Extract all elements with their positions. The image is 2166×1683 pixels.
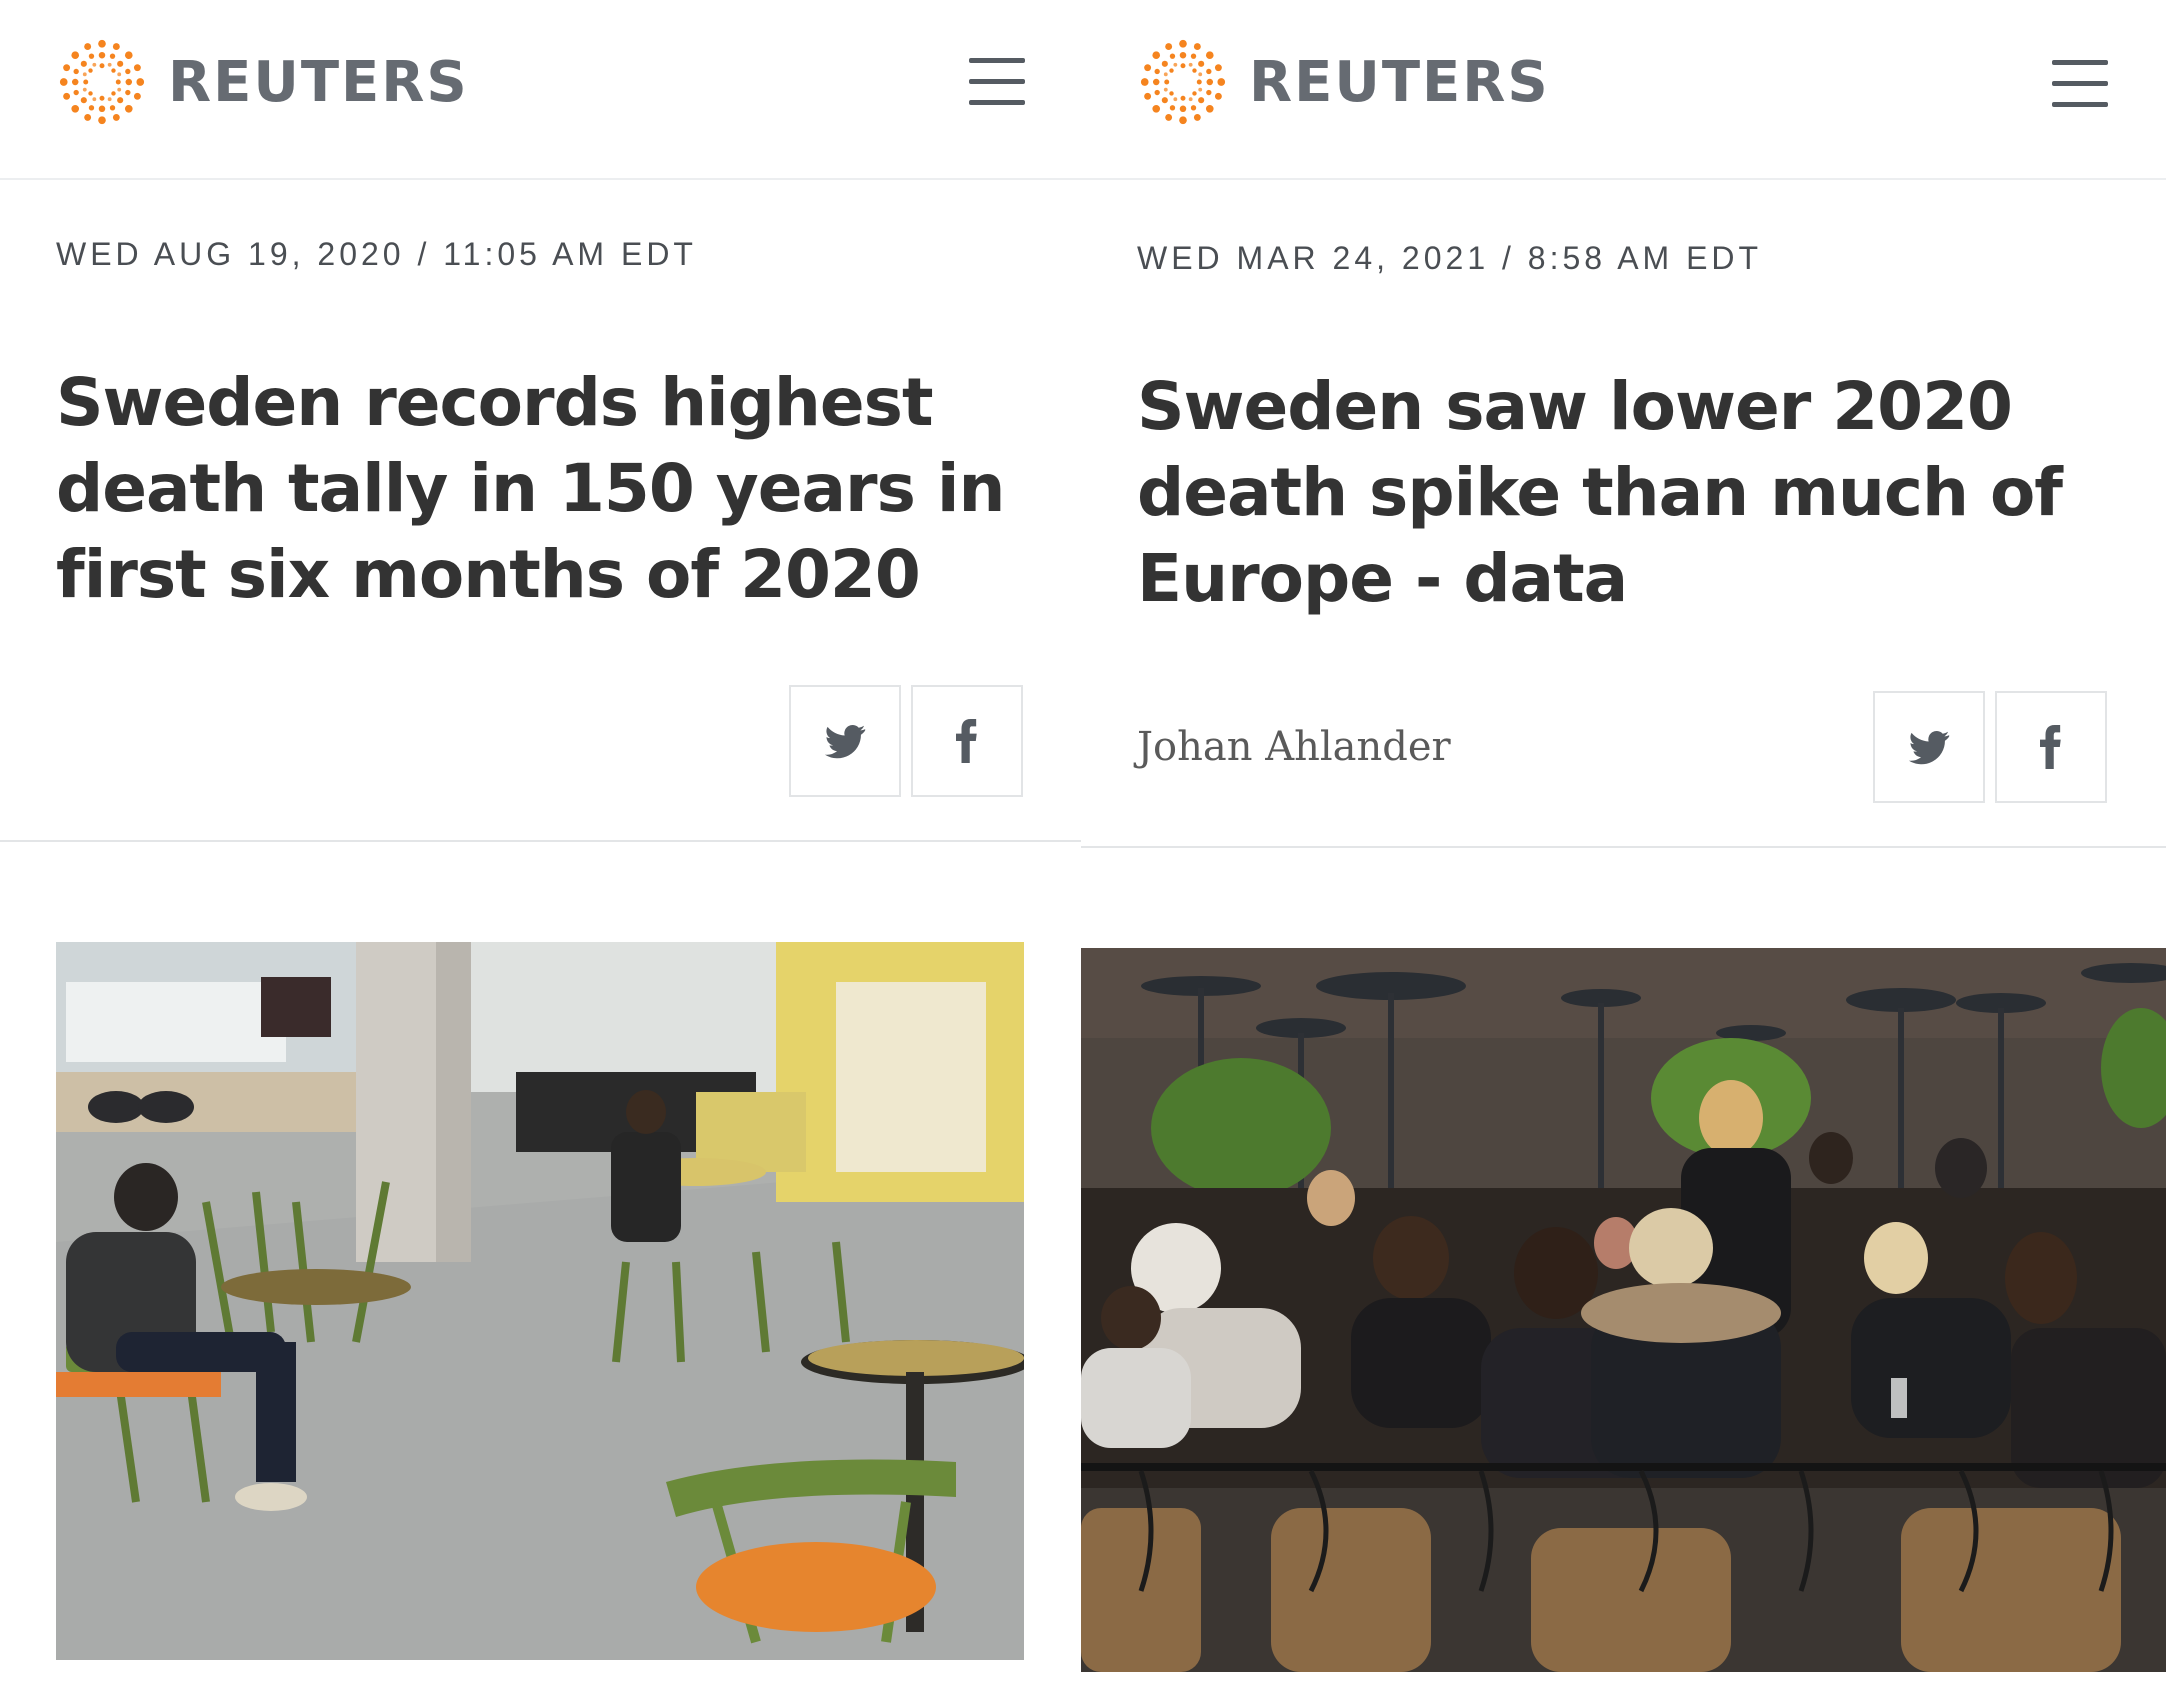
reuters-dots-icon — [1140, 39, 1226, 125]
article-dateline: WED AUG 19, 2020 / 11:05 AM EDT — [56, 236, 697, 272]
article-dateline: WED MAR 24, 2021 / 8:58 AM EDT — [1137, 240, 1763, 276]
twitter-icon — [824, 725, 866, 759]
reuters-dots-icon — [59, 39, 145, 125]
header-divider — [0, 840, 1081, 842]
article-panel-right: REUTERS WED MAR 24, 2021 / 8:58 AM EDT S… — [1081, 0, 2166, 1683]
brand-name: REUTERS — [1249, 49, 1550, 115]
header-divider — [1081, 846, 2166, 848]
article-photo — [1081, 948, 2166, 1672]
article-headline: Sweden records highest death tally in 15… — [56, 364, 1005, 613]
reuters-logo[interactable]: REUTERS — [1137, 38, 1550, 126]
twitter-share-button[interactable] — [789, 685, 901, 797]
facebook-share-button[interactable] — [1995, 691, 2107, 803]
reuters-logo[interactable]: REUTERS — [56, 38, 469, 126]
article-photo — [56, 942, 1024, 1660]
facebook-icon — [956, 719, 977, 763]
article-byline[interactable]: Johan Ahlander — [1137, 724, 1451, 770]
facebook-share-button[interactable] — [911, 685, 1023, 797]
brand-name: REUTERS — [168, 49, 469, 115]
twitter-share-button[interactable] — [1873, 691, 1985, 803]
site-header: REUTERS — [0, 0, 1081, 180]
hamburger-menu-icon[interactable] — [2052, 60, 2108, 110]
facebook-icon — [2040, 725, 2061, 769]
hamburger-menu-icon[interactable] — [969, 58, 1025, 108]
site-header: REUTERS — [1081, 0, 2166, 180]
twitter-icon — [1908, 731, 1950, 765]
article-headline: Sweden saw lower 2020 death spike than m… — [1137, 368, 2063, 617]
article-panel-left: REUTERS WED AUG 19, 2020 / 11:05 AM EDT … — [0, 0, 1081, 1683]
